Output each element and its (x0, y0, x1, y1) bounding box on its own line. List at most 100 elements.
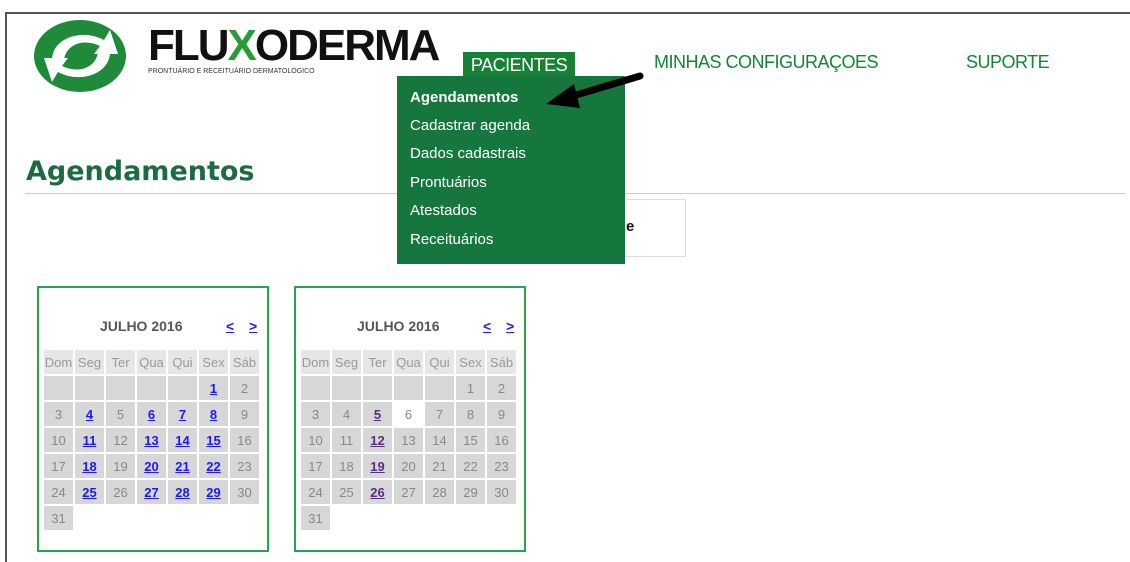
weekday-header: Seg (75, 350, 104, 374)
calendar-day-11[interactable]: 11 (75, 428, 104, 452)
calendar-day-22[interactable]: 22 (199, 454, 228, 478)
menu-item-cadastrar-agenda[interactable]: Cadastrar agenda (410, 117, 530, 134)
logo-tagline: PRONTUÁRIO E RECEITUÁRIO DERMATOLÓGICO (148, 68, 315, 75)
calendar-blank-cell (199, 506, 228, 530)
calendar-day-2: 2 (230, 376, 259, 400)
calendar-empty-cell (168, 376, 197, 400)
weekday-header: Dom (301, 350, 330, 374)
calendar-day-29: 29 (456, 480, 485, 504)
logo-arrows-icon (34, 20, 126, 92)
calendar-day-6: 6 (394, 402, 423, 426)
menu-item-dados-cadastrais[interactable]: Dados cadastrais (410, 145, 526, 162)
calendar-day-19: 19 (106, 454, 135, 478)
calendar-empty-cell (301, 376, 330, 400)
calendar-day-13: 13 (394, 428, 423, 452)
menu-item-atestados[interactable]: Atestados (410, 202, 477, 219)
calendar-day-10: 10 (44, 428, 73, 452)
calendar-day-30: 30 (230, 480, 259, 504)
weekday-header: Qua (137, 350, 166, 374)
calendar-day-19[interactable]: 19 (363, 454, 392, 478)
calendar-blank-cell (230, 506, 259, 530)
calendar-day-21: 21 (425, 454, 454, 478)
nav-minhas-configuracoes[interactable]: MINHAS CONFIGURAÇOES (654, 52, 879, 73)
calendar-day-28[interactable]: 28 (168, 480, 197, 504)
calendar-day-14: 14 (425, 428, 454, 452)
calendar-day-1: 1 (456, 376, 485, 400)
calendar-day-7[interactable]: 7 (168, 402, 197, 426)
weekday-header: Dom (44, 350, 73, 374)
calendar-day-14[interactable]: 14 (168, 428, 197, 452)
calendar-right: JULHO 2016 < > Dom Seg Ter Qua Qui Sex Sáb 1 2 3 4… (294, 286, 526, 552)
weekday-header: Sáb (230, 350, 259, 374)
calendar-day-10: 10 (301, 428, 330, 452)
weekday-header: Qui (425, 350, 454, 374)
menu-item-prontuarios[interactable]: Prontuários (410, 174, 487, 191)
weekday-header: Qua (394, 350, 423, 374)
calendar-day-6[interactable]: 6 (137, 402, 166, 426)
calendar-day-18[interactable]: 18 (75, 454, 104, 478)
content-box-text: e (626, 218, 635, 235)
calendar-grid: Dom Seg Ter Qua Qui Sex Sáb 1 2 3 4 5 6 7 8 9 10 11 12 13 14… (299, 348, 518, 532)
weekday-header: Ter (363, 350, 392, 374)
calendar-next-link[interactable]: > (249, 318, 257, 334)
calendar-day-3: 3 (44, 402, 73, 426)
menu-item-agendamentos[interactable]: Agendamentos (410, 89, 518, 106)
calendar-blank-cell (106, 506, 135, 530)
window-left-border (5, 12, 7, 562)
calendar-day-15[interactable]: 15 (199, 428, 228, 452)
calendar-day-26[interactable]: 26 (363, 480, 392, 504)
menu-item-receituarios[interactable]: Receituários (410, 231, 493, 248)
calendar-day-1[interactable]: 1 (199, 376, 228, 400)
calendar-day-9: 9 (230, 402, 259, 426)
calendar-empty-cell (363, 376, 392, 400)
calendar-day-25[interactable]: 25 (75, 480, 104, 504)
calendar-day-25: 25 (332, 480, 361, 504)
page-title: Agendamentos (26, 156, 255, 187)
calendar-day-26: 26 (106, 480, 135, 504)
nav-suporte[interactable]: SUPORTE (966, 52, 1050, 73)
fluxoderma-logo[interactable]: FLUXODERMA PRONTUÁRIO E RECEITUÁRIO DERM… (30, 14, 440, 94)
calendar-day-12: 12 (106, 428, 135, 452)
calendar-blank-cell (75, 506, 104, 530)
weekday-header: Sáb (487, 350, 516, 374)
calendar-blank-cell (332, 506, 361, 530)
calendar-day-31: 31 (44, 506, 73, 530)
calendar-grid: Dom Seg Ter Qua Qui Sex Sáb 1 2 3 4 5 6 7 8 9 10 11 12 13 14… (42, 348, 261, 532)
calendar-day-16: 16 (230, 428, 259, 452)
calendar-day-17: 17 (44, 454, 73, 478)
calendar-empty-cell (75, 376, 104, 400)
calendar-day-15: 15 (456, 428, 485, 452)
calendar-day-8: 8 (456, 402, 485, 426)
weekday-header: Ter (106, 350, 135, 374)
calendar-month-label: JULHO 2016 (357, 318, 440, 334)
calendar-month-label: JULHO 2016 (100, 318, 183, 334)
calendar-day-13[interactable]: 13 (137, 428, 166, 452)
calendar-blank-cell (487, 506, 516, 530)
calendar-empty-cell (425, 376, 454, 400)
calendar-day-9: 9 (487, 402, 516, 426)
pointer-arrow-icon (546, 72, 644, 108)
calendar-blank-cell (425, 506, 454, 530)
calendar-day-5[interactable]: 5 (363, 402, 392, 426)
calendar-day-16: 16 (487, 428, 516, 452)
calendar-day-3: 3 (301, 402, 330, 426)
calendar-day-23: 23 (230, 454, 259, 478)
calendar-day-24: 24 (44, 480, 73, 504)
calendar-blank-cell (363, 506, 392, 530)
calendar-day-27[interactable]: 27 (137, 480, 166, 504)
calendar-empty-cell (332, 376, 361, 400)
calendar-next-link[interactable]: > (506, 318, 514, 334)
calendar-day-12[interactable]: 12 (363, 428, 392, 452)
calendar-empty-cell (137, 376, 166, 400)
calendar-day-22: 22 (456, 454, 485, 478)
calendar-day-20[interactable]: 20 (137, 454, 166, 478)
calendar-day-20: 20 (394, 454, 423, 478)
calendar-day-4[interactable]: 4 (75, 402, 104, 426)
calendar-blank-cell (456, 506, 485, 530)
calendar-prev-link[interactable]: < (226, 318, 234, 334)
calendar-day-21[interactable]: 21 (168, 454, 197, 478)
calendar-prev-link[interactable]: < (483, 318, 491, 334)
calendar-day-8[interactable]: 8 (199, 402, 228, 426)
calendar-day-29[interactable]: 29 (199, 480, 228, 504)
calendar-blank-cell (137, 506, 166, 530)
